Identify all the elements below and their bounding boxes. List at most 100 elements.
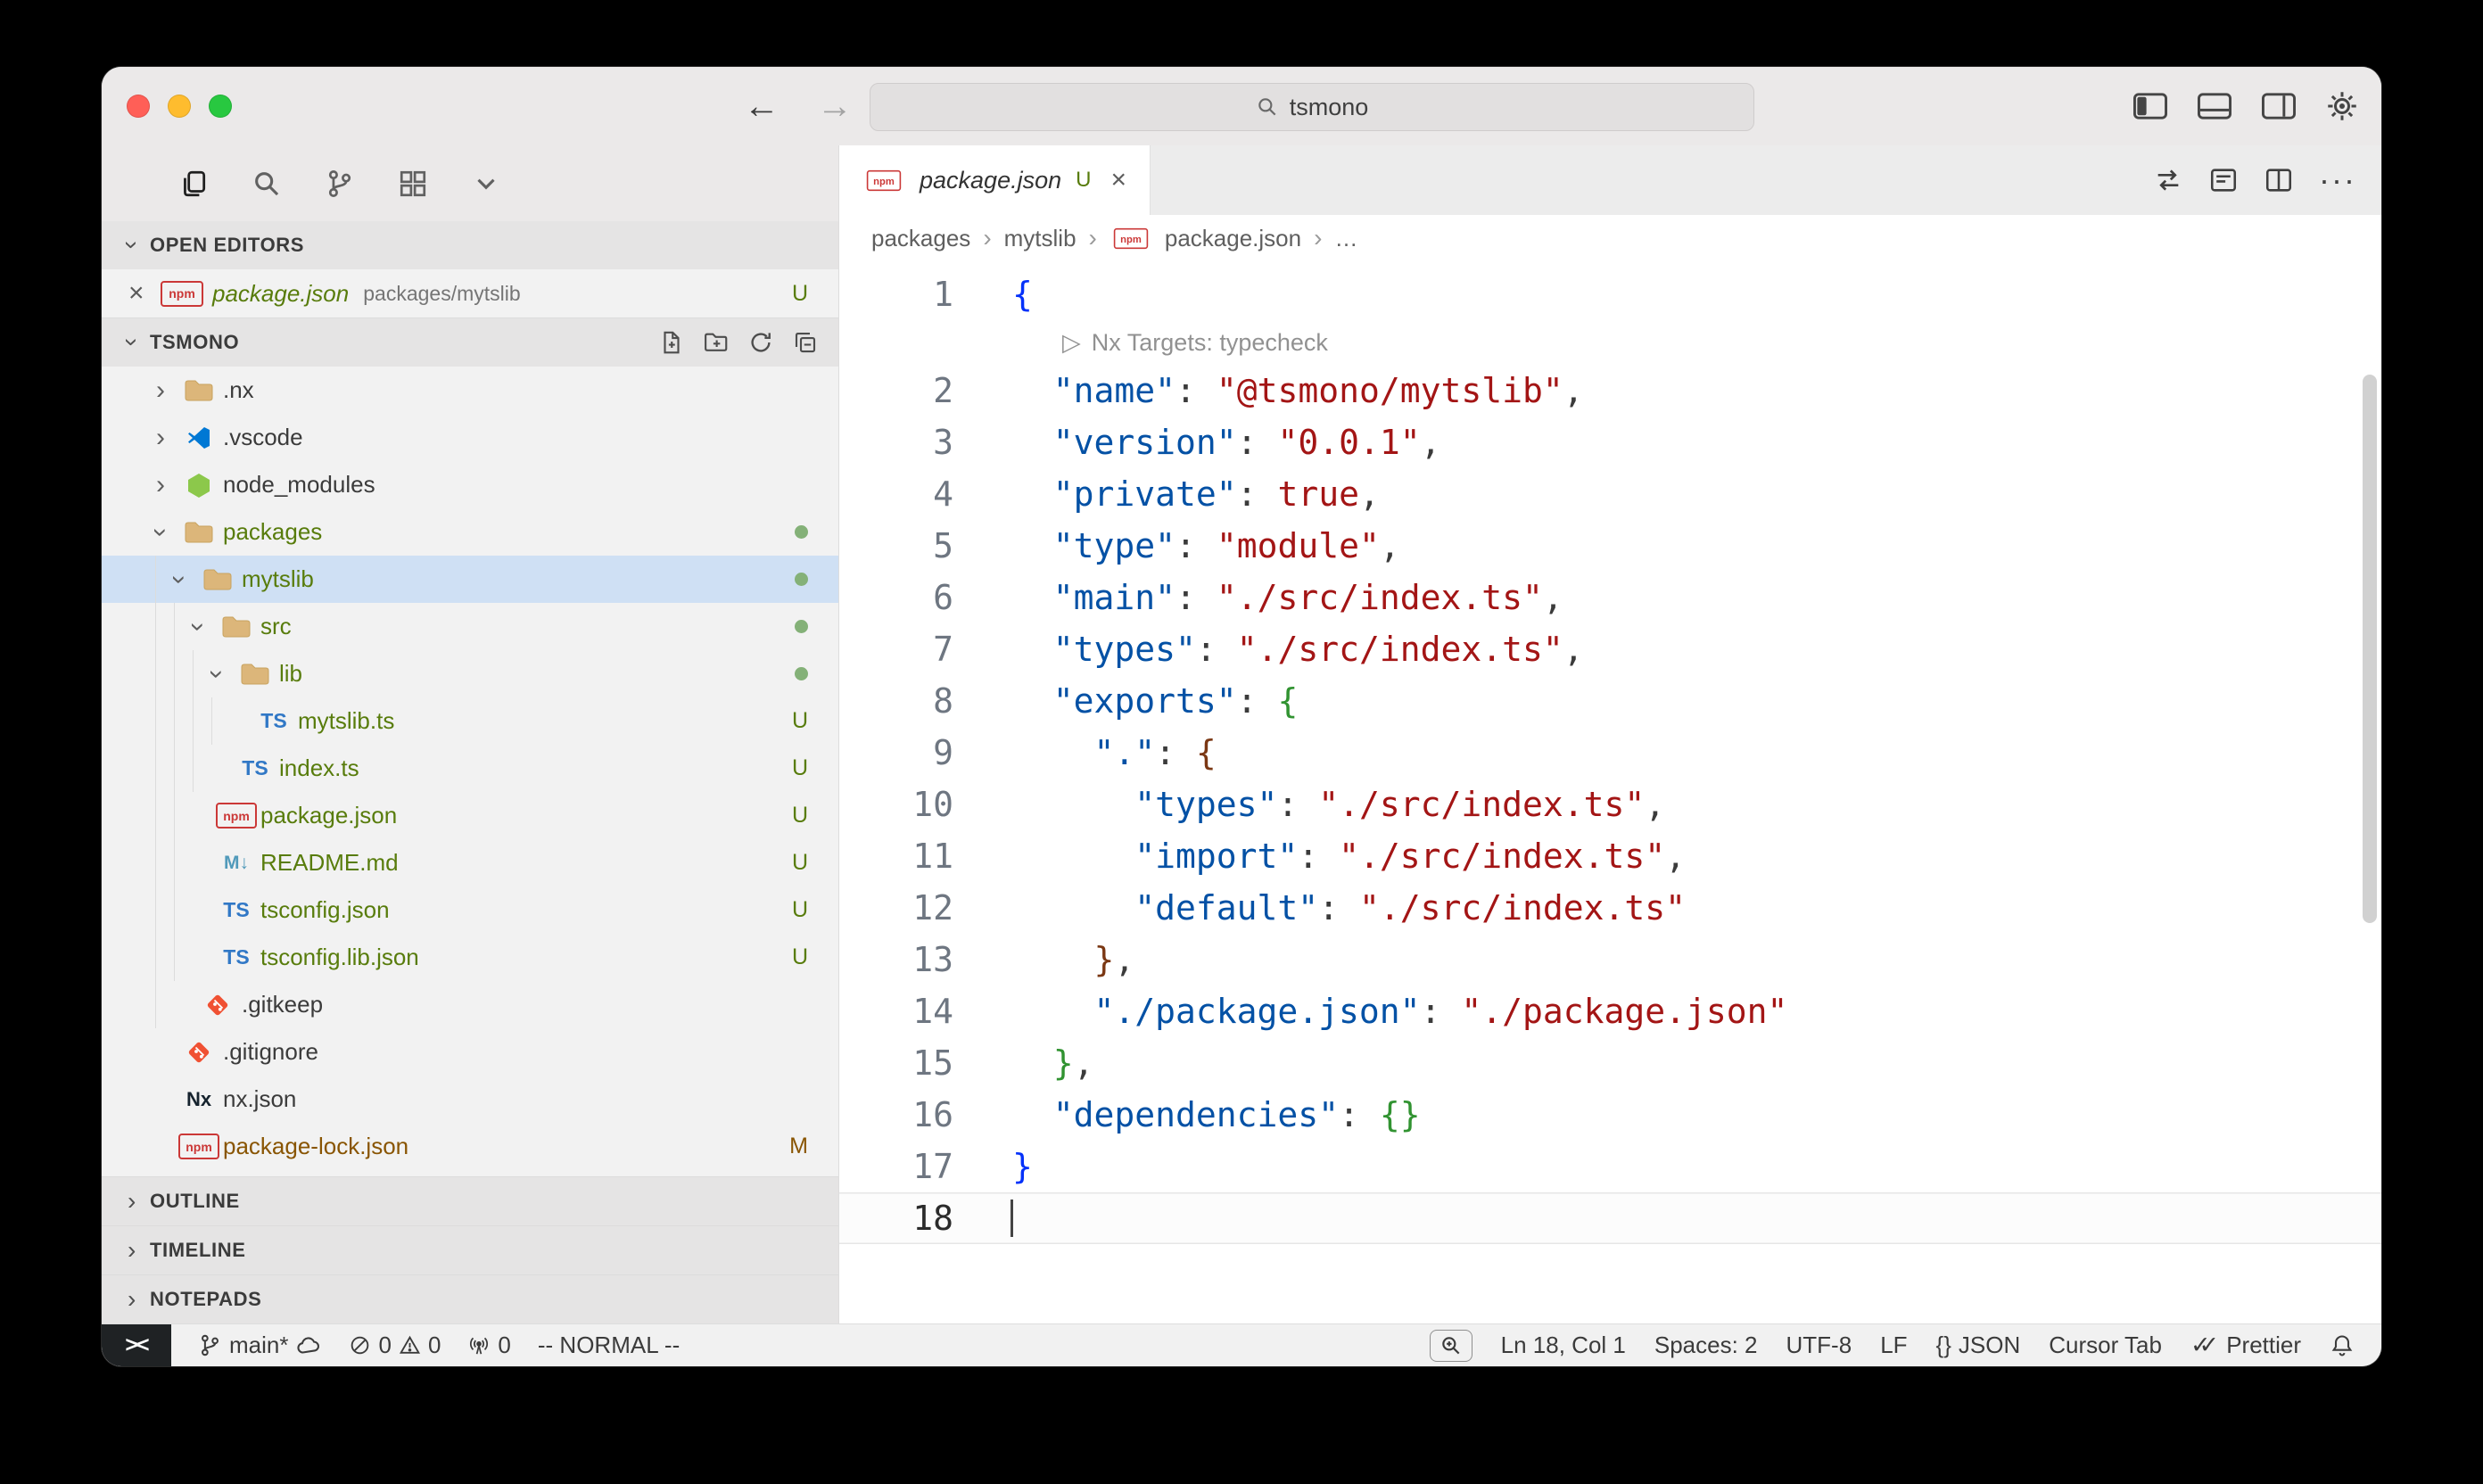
indent-guide bbox=[155, 839, 156, 886]
tree-item-tsconfig.json[interactable]: TStsconfig.jsonU bbox=[102, 886, 838, 934]
tree-item-package.json[interactable]: npmpackage.jsonU bbox=[102, 792, 838, 839]
tree-item-.vscode[interactable]: ›.vscode bbox=[102, 414, 838, 461]
settings-gear-icon[interactable] bbox=[2326, 90, 2358, 122]
tree-item-mytslib[interactable]: ›mytslib bbox=[102, 556, 838, 603]
breadcrumb-item[interactable]: package.json bbox=[1165, 225, 1301, 252]
open-editors-header[interactable]: › OPEN EDITORS bbox=[102, 221, 838, 269]
new-folder-icon[interactable] bbox=[703, 329, 730, 356]
breadcrumb-item[interactable]: … bbox=[1334, 225, 1357, 252]
code-line-content: "name": "@tsmono/mytslib", bbox=[953, 365, 2381, 416]
ports-status[interactable]: 0 bbox=[467, 1331, 510, 1359]
tree-item-index.ts[interactable]: TSindex.tsU bbox=[102, 745, 838, 792]
timeline-header[interactable]: › TIMELINE bbox=[102, 1225, 838, 1274]
code-line-16[interactable]: 16 "dependencies": {} bbox=[839, 1089, 2381, 1141]
remote-indicator-button[interactable]: >< bbox=[102, 1324, 171, 1366]
search-icon[interactable] bbox=[252, 169, 282, 199]
code-line-8[interactable]: 8 "exports": { bbox=[839, 675, 2381, 727]
code-line-7[interactable]: 7 "types": "./src/index.ts", bbox=[839, 623, 2381, 675]
tree-item-README.md[interactable]: M↓README.mdU bbox=[102, 839, 838, 886]
code-line-3[interactable]: 3 "version": "0.0.1", bbox=[839, 416, 2381, 468]
close-tab-icon[interactable]: × bbox=[1110, 165, 1126, 195]
twisty-chevron-icon[interactable]: › bbox=[143, 423, 178, 453]
language-status[interactable]: {} JSON bbox=[1936, 1331, 2021, 1359]
git-status-badge: U bbox=[792, 850, 808, 876]
code-line-9[interactable]: 9 ".": { bbox=[839, 727, 2381, 779]
cursor-tab-status[interactable]: Cursor Tab bbox=[2049, 1331, 2162, 1359]
tree-item-mytslib.ts[interactable]: TSmytslib.tsU bbox=[102, 697, 838, 745]
code-line-5[interactable]: 5 "type": "module", bbox=[839, 520, 2381, 572]
breadcrumb-item[interactable]: mytslib bbox=[1004, 225, 1077, 252]
split-editor-icon[interactable] bbox=[2264, 165, 2294, 195]
twisty-chevron-icon[interactable]: › bbox=[164, 562, 194, 598]
code-line-6[interactable]: 6 "main": "./src/index.ts", bbox=[839, 572, 2381, 623]
tree-item-nx.json[interactable]: Nxnx.json bbox=[102, 1076, 838, 1123]
code-line-14[interactable]: 14 "./package.json": "./package.json" bbox=[839, 985, 2381, 1037]
close-window-button[interactable] bbox=[127, 95, 150, 118]
panel-left-icon[interactable] bbox=[2133, 93, 2167, 120]
refresh-icon[interactable] bbox=[747, 329, 774, 356]
twisty-chevron-icon[interactable]: › bbox=[145, 515, 176, 550]
tree-item-.gitkeep[interactable]: .gitkeep bbox=[102, 981, 838, 1028]
breadcrumb-item[interactable]: packages bbox=[871, 225, 970, 252]
cursor-position-status[interactable]: Ln 18, Col 1 bbox=[1501, 1331, 1626, 1359]
maximize-window-button[interactable] bbox=[209, 95, 232, 118]
tree-item-node_modules[interactable]: ›node_modules bbox=[102, 461, 838, 508]
tree-item-src[interactable]: ›src bbox=[102, 603, 838, 650]
editor-scrollbar[interactable] bbox=[2363, 375, 2377, 923]
twisty-chevron-icon[interactable]: › bbox=[202, 656, 232, 692]
notepads-header[interactable]: › NOTEPADS bbox=[102, 1274, 838, 1323]
indentation-status[interactable]: Spaces: 2 bbox=[1654, 1331, 1758, 1359]
history-forward-icon[interactable]: → bbox=[817, 87, 853, 127]
extensions-icon[interactable] bbox=[398, 169, 428, 199]
code-editor[interactable]: 1{▷Nx Targets: typecheck2 "name": "@tsmo… bbox=[839, 261, 2381, 1323]
source-control-icon[interactable] bbox=[325, 169, 355, 199]
code-line-18[interactable]: 18 bbox=[839, 1192, 2381, 1244]
eol-status[interactable]: LF bbox=[1880, 1331, 1907, 1359]
code-line-1[interactable]: 1{ bbox=[839, 268, 2381, 320]
vim-mode-status[interactable]: -- NORMAL -- bbox=[538, 1331, 680, 1359]
code-line-15[interactable]: 15 }, bbox=[839, 1037, 2381, 1089]
tree-item-.nx[interactable]: ›.nx bbox=[102, 367, 838, 414]
code-line-2[interactable]: 2 "name": "@tsmono/mytslib", bbox=[839, 365, 2381, 416]
panel-bottom-icon[interactable] bbox=[2198, 93, 2231, 120]
open-editor-item-package-json[interactable]: × npm package.json packages/mytslib U bbox=[102, 269, 838, 317]
indent-guide bbox=[155, 650, 156, 697]
code-line-12[interactable]: 12 "default": "./src/index.ts" bbox=[839, 882, 2381, 934]
code-line-11[interactable]: 11 "import": "./src/index.ts", bbox=[839, 830, 2381, 882]
notifications-bell-icon[interactable] bbox=[2330, 1333, 2355, 1358]
code-line-17[interactable]: 17} bbox=[839, 1141, 2381, 1192]
files-copy-icon[interactable] bbox=[178, 169, 209, 199]
close-editor-icon[interactable]: × bbox=[128, 278, 161, 309]
command-center-search[interactable]: tsmono bbox=[870, 83, 1754, 131]
new-file-icon[interactable] bbox=[658, 329, 685, 356]
formatter-status[interactable]: ✓✓ Prettier bbox=[2190, 1331, 2301, 1359]
history-back-icon[interactable]: ← bbox=[744, 87, 780, 127]
tree-item-tsconfig.lib.json[interactable]: TStsconfig.lib.jsonU bbox=[102, 934, 838, 981]
compare-changes-icon[interactable] bbox=[2153, 165, 2183, 195]
open-changes-icon[interactable] bbox=[2208, 165, 2239, 195]
folder-icon bbox=[197, 567, 238, 592]
tree-item-.gitignore[interactable]: .gitignore bbox=[102, 1028, 838, 1076]
codelens-nx-targets[interactable]: ▷Nx Targets: typecheck bbox=[839, 320, 2381, 365]
workspace-header[interactable]: › TSMONO bbox=[102, 317, 838, 367]
tree-item-lib[interactable]: ›lib bbox=[102, 650, 838, 697]
code-line-13[interactable]: 13 }, bbox=[839, 934, 2381, 985]
panel-right-icon[interactable] bbox=[2262, 93, 2296, 120]
code-line-4[interactable]: 4 "private": true, bbox=[839, 468, 2381, 520]
zoom-indicator-button[interactable] bbox=[1430, 1330, 1472, 1362]
twisty-chevron-icon[interactable]: › bbox=[143, 470, 178, 500]
collapse-all-icon[interactable] bbox=[792, 329, 819, 356]
branch-status[interactable]: main* bbox=[198, 1331, 322, 1359]
chevron-down-icon[interactable] bbox=[471, 169, 501, 199]
more-actions-icon[interactable]: ··· bbox=[2319, 171, 2356, 189]
tab-package-json[interactable]: npm package.json U × bbox=[839, 145, 1151, 215]
tree-item-package-lock.json[interactable]: npmpackage-lock.jsonM bbox=[102, 1123, 838, 1170]
tree-item-packages[interactable]: ›packages bbox=[102, 508, 838, 556]
twisty-chevron-icon[interactable]: › bbox=[143, 375, 178, 406]
problems-status[interactable]: 0 0 bbox=[349, 1331, 441, 1359]
minimize-window-button[interactable] bbox=[168, 95, 191, 118]
outline-header[interactable]: › OUTLINE bbox=[102, 1176, 838, 1225]
code-line-10[interactable]: 10 "types": "./src/index.ts", bbox=[839, 779, 2381, 830]
twisty-chevron-icon[interactable]: › bbox=[183, 609, 213, 645]
encoding-status[interactable]: UTF-8 bbox=[1786, 1331, 1852, 1359]
